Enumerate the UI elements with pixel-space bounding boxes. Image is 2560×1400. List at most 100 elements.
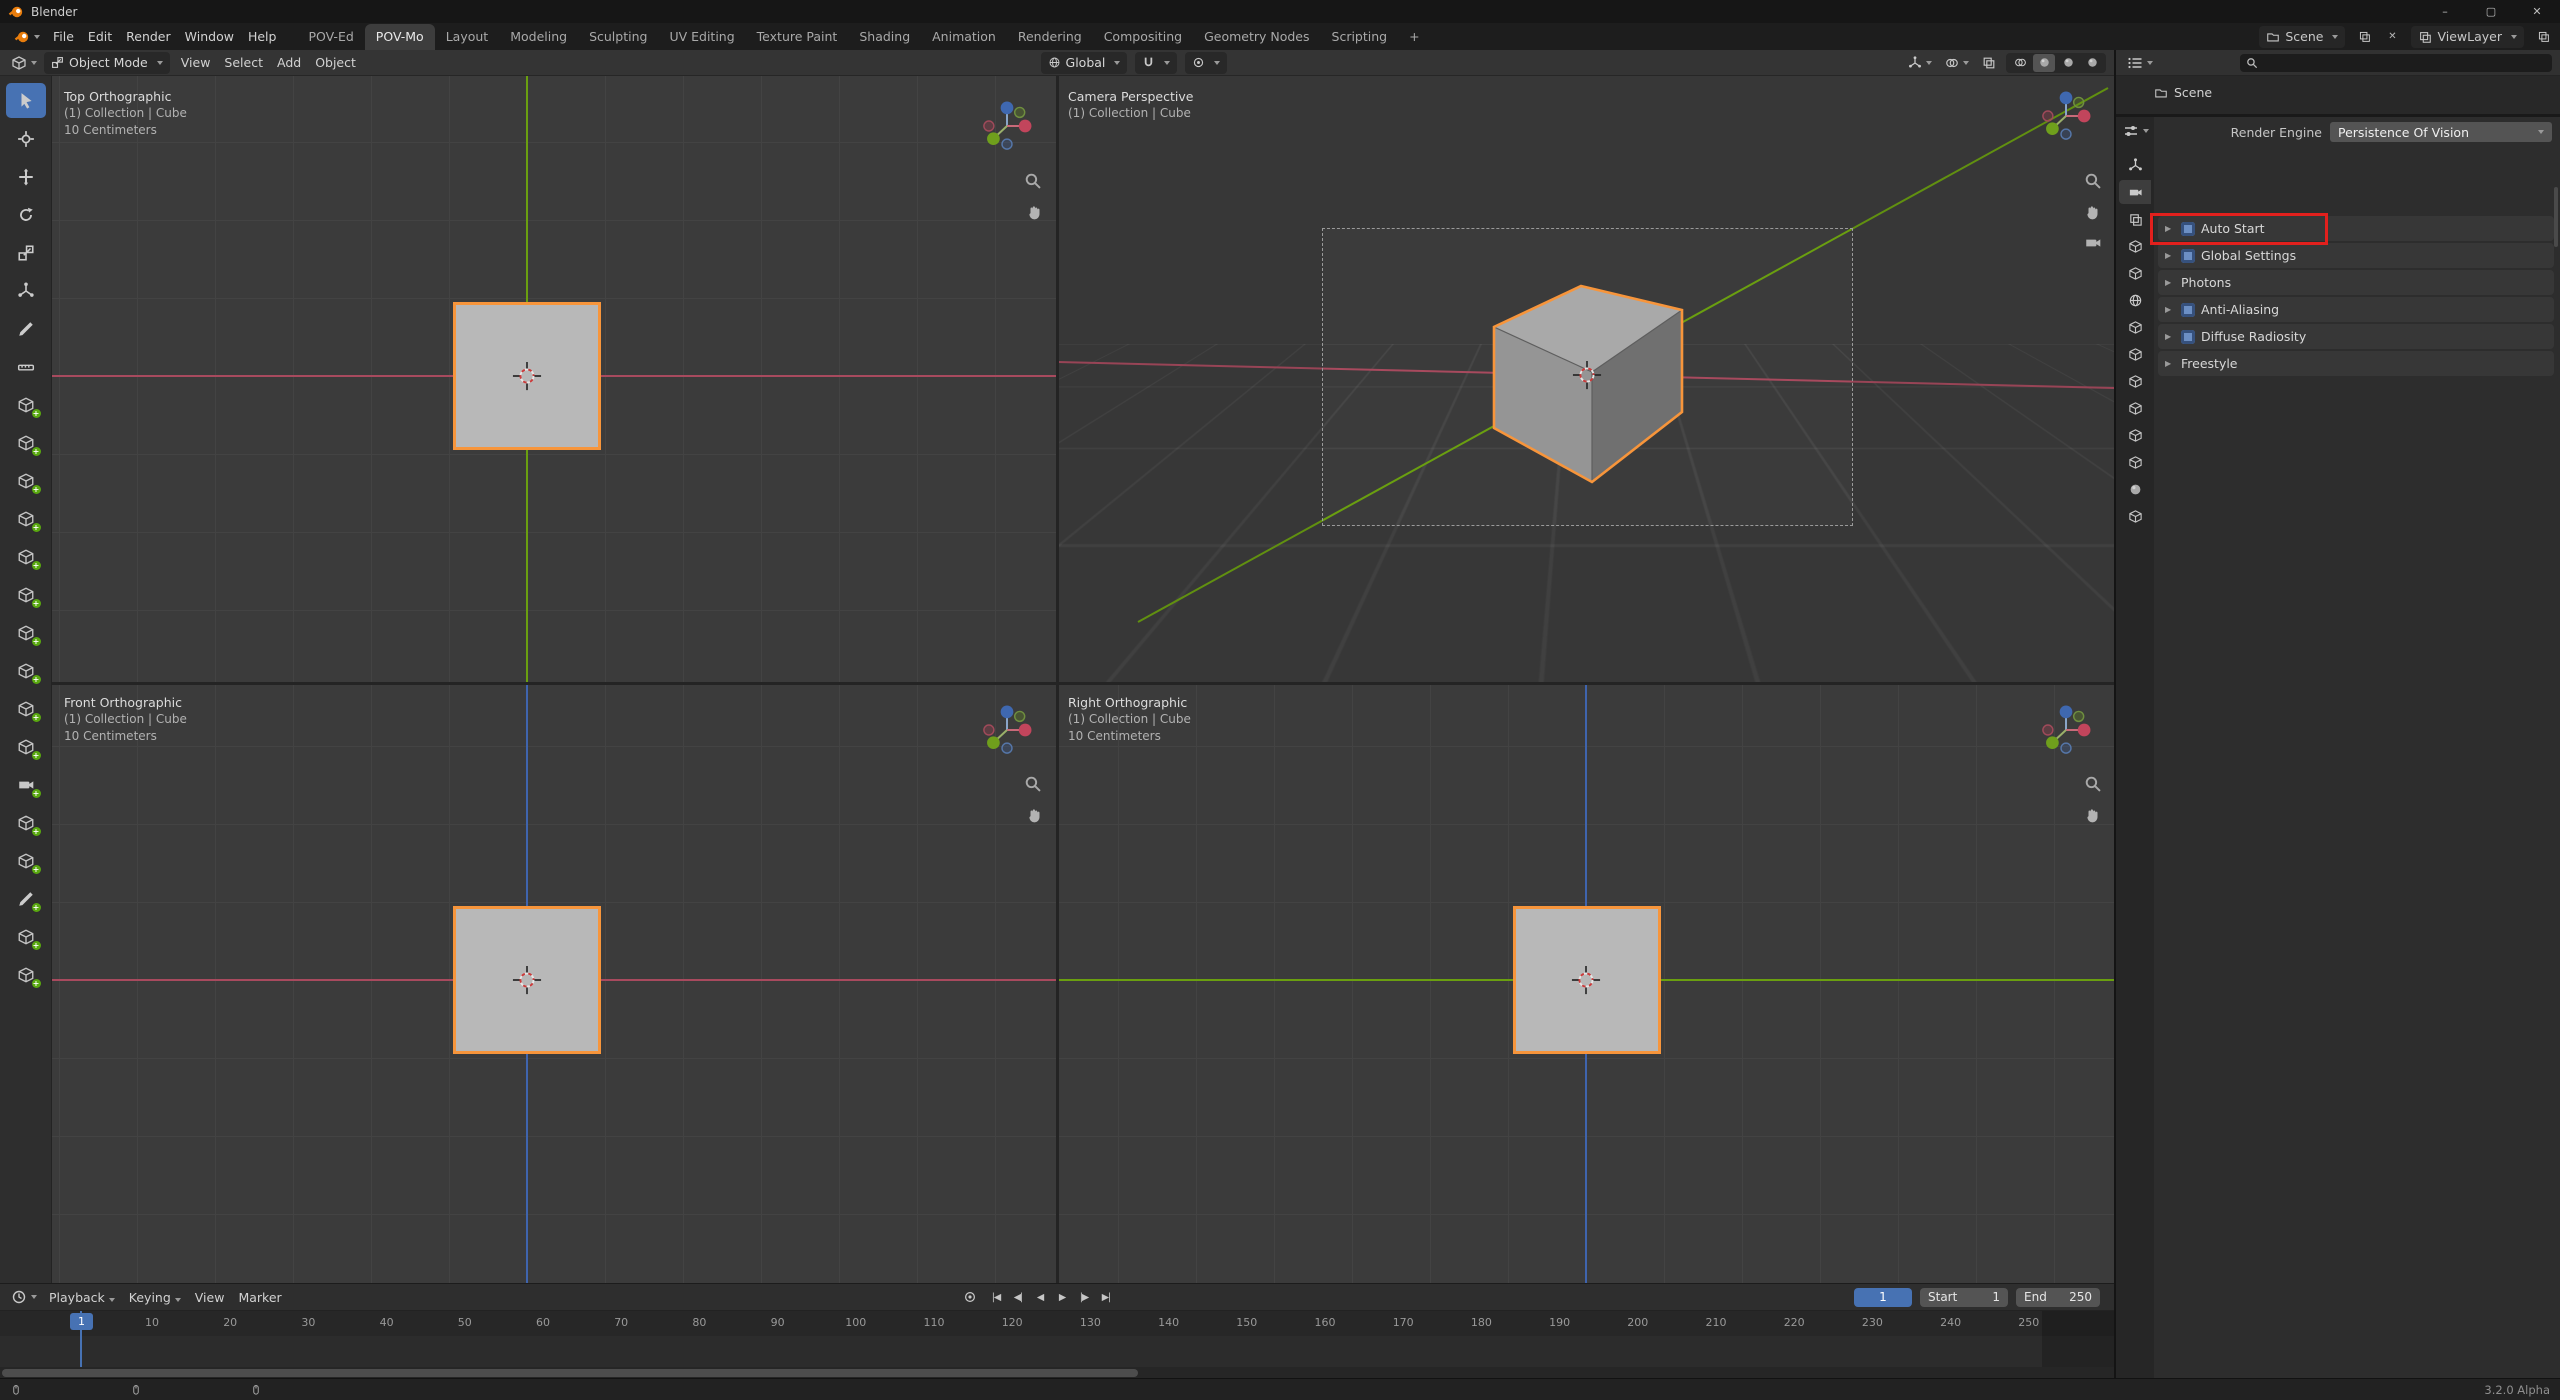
- properties-tab-world[interactable]: [2119, 288, 2151, 312]
- properties-tab-material[interactable]: [2119, 477, 2151, 501]
- show-overlays-toggle[interactable]: [1942, 54, 1972, 72]
- timeline-editor-type-selector[interactable]: [8, 1287, 40, 1307]
- panel-diffuse-radiosity[interactable]: ▶Diffuse Radiosity: [2158, 324, 2554, 349]
- shading-material-button[interactable]: [2057, 54, 2079, 72]
- tool-add-monkey[interactable]: +: [6, 691, 46, 726]
- navigation-gizmo[interactable]: [978, 97, 1036, 155]
- workspace-tab-uv-editing[interactable]: UV Editing: [658, 24, 745, 50]
- transform-orientation-selector[interactable]: Global: [1041, 52, 1128, 74]
- panel-global-settings[interactable]: ▶Global Settings: [2158, 243, 2554, 268]
- menu-window[interactable]: Window: [178, 26, 241, 47]
- pan-hand-icon[interactable]: [1026, 203, 1044, 221]
- workspace-add-button[interactable]: +: [1398, 24, 1430, 50]
- xray-toggle[interactable]: [1979, 54, 1999, 72]
- viewport-menu-view[interactable]: View: [174, 52, 218, 73]
- properties-tab-tool[interactable]: [2119, 153, 2151, 177]
- play-reverse-button[interactable]: ◀: [1030, 1288, 1050, 1307]
- new-scene-button[interactable]: [2355, 28, 2373, 46]
- menu-file[interactable]: File: [46, 26, 81, 47]
- shading-wireframe-button[interactable]: [2009, 54, 2031, 72]
- properties-tab-scene[interactable]: [2119, 261, 2151, 285]
- scene-selector[interactable]: Scene: [2259, 26, 2345, 48]
- outliner-search-input[interactable]: [2263, 55, 2546, 71]
- close-button[interactable]: ✕: [2514, 0, 2560, 23]
- properties-editor-type-selector[interactable]: [2120, 121, 2152, 141]
- zoom-icon[interactable]: [1024, 775, 1042, 793]
- timeline-menu-view[interactable]: View: [188, 1287, 232, 1308]
- tool-add-lattice[interactable]: +: [6, 957, 46, 992]
- viewport-camera-perspective[interactable]: Camera Perspective (1) Collection | Cube: [1058, 76, 2114, 684]
- tool-add-uv-sphere[interactable]: +: [6, 463, 46, 498]
- shading-rendered-button[interactable]: [2081, 54, 2103, 72]
- outliner-editor-type-selector[interactable]: [2124, 53, 2156, 73]
- tool-add-grid[interactable]: +: [6, 653, 46, 688]
- proportional-editing-selector[interactable]: [1185, 52, 1227, 74]
- tool-add-cube[interactable]: +: [6, 425, 46, 460]
- zoom-icon[interactable]: [2084, 172, 2102, 190]
- editor-type-selector[interactable]: [8, 53, 40, 73]
- workspace-tab-pov-mo[interactable]: POV-Mo: [365, 24, 435, 50]
- workspace-tab-rendering[interactable]: Rendering: [1007, 24, 1093, 50]
- render-engine-dropdown[interactable]: Persistence Of Vision: [2330, 122, 2552, 142]
- zoom-icon[interactable]: [2084, 775, 2102, 793]
- properties-tab-texture[interactable]: [2119, 504, 2151, 528]
- properties-tab-object[interactable]: [2119, 315, 2151, 339]
- viewport-horizontal-divider[interactable]: [0, 682, 2114, 685]
- properties-tab-render[interactable]: [2119, 180, 2151, 204]
- timeline-track-area[interactable]: [0, 1336, 2114, 1367]
- viewport-menu-add[interactable]: Add: [270, 52, 308, 73]
- viewport-menu-object[interactable]: Object: [308, 52, 363, 73]
- prev-keyframe-button[interactable]: ◀|: [1008, 1288, 1028, 1307]
- navigation-gizmo[interactable]: [978, 701, 1036, 759]
- workspace-tab-pov-ed[interactable]: POV-Ed: [297, 24, 364, 50]
- blender-menu-button[interactable]: [8, 27, 46, 47]
- workspace-tab-scripting[interactable]: Scripting: [1321, 24, 1399, 50]
- tool-annotate[interactable]: [6, 311, 46, 346]
- play-button[interactable]: ▶: [1052, 1288, 1072, 1307]
- tool-cursor[interactable]: [6, 121, 46, 156]
- workspace-tab-geometry-nodes[interactable]: Geometry Nodes: [1193, 24, 1320, 50]
- new-viewlayer-button[interactable]: [2534, 28, 2552, 46]
- workspace-tab-compositing[interactable]: Compositing: [1093, 24, 1193, 50]
- properties-tab-constraints[interactable]: [2119, 423, 2151, 447]
- outliner-search[interactable]: [2240, 54, 2552, 72]
- frame-end-field[interactable]: End 250: [2016, 1288, 2100, 1307]
- next-keyframe-button[interactable]: |▶: [1074, 1288, 1094, 1307]
- tool-scale[interactable]: [6, 235, 46, 270]
- properties-tab-particles[interactable]: [2119, 369, 2151, 393]
- viewport-menu-select[interactable]: Select: [217, 52, 270, 73]
- tool-add-light[interactable]: +: [6, 805, 46, 840]
- panel-freestyle[interactable]: ▶Freestyle: [2158, 351, 2554, 376]
- properties-tab-view-layer[interactable]: [2119, 234, 2151, 258]
- properties-scrollbar[interactable]: [2554, 187, 2558, 247]
- viewport-front-orthographic[interactable]: Front Orthographic (1) Collection | Cube…: [0, 684, 1058, 1283]
- timeline-menu-marker[interactable]: Marker: [231, 1287, 288, 1308]
- pan-hand-icon[interactable]: [2084, 203, 2102, 221]
- timeline-ruler[interactable]: 1020304050607080901001101201301401501601…: [0, 1311, 2114, 1336]
- tool-add-cone[interactable]: +: [6, 577, 46, 612]
- tool-measure[interactable]: [6, 349, 46, 384]
- outliner-scene-row[interactable]: Scene: [2154, 85, 2212, 100]
- jump-to-end-button[interactable]: ▶|: [1096, 1288, 1116, 1307]
- viewport-top-orthographic[interactable]: Top Orthographic (1) Collection | Cube 1…: [0, 76, 1058, 684]
- viewport-right-orthographic[interactable]: Right Orthographic (1) Collection | Cube…: [1058, 684, 2114, 1283]
- timeline-scrollbar-thumb[interactable]: [2, 1369, 1138, 1377]
- menu-help[interactable]: Help: [241, 26, 284, 47]
- workspace-tab-sculpting[interactable]: Sculpting: [578, 24, 658, 50]
- navigation-gizmo[interactable]: [2037, 701, 2095, 759]
- pan-hand-icon[interactable]: [2084, 806, 2102, 824]
- shading-solid-button[interactable]: [2033, 54, 2055, 72]
- viewlayer-selector[interactable]: ViewLayer: [2411, 26, 2524, 48]
- properties-tab-object-data[interactable]: [2119, 450, 2151, 474]
- workspace-tab-texture-paint[interactable]: Texture Paint: [746, 24, 849, 50]
- viewport-vertical-divider[interactable]: [1056, 76, 1059, 1283]
- tool-add-torus[interactable]: +: [6, 615, 46, 650]
- current-frame-field[interactable]: 1: [1854, 1288, 1912, 1307]
- tool-add-metaball[interactable]: +: [6, 919, 46, 954]
- tool-add-camera[interactable]: +: [6, 767, 46, 802]
- properties-tab-modifiers[interactable]: [2119, 342, 2151, 366]
- tool-add-curve[interactable]: +: [6, 881, 46, 916]
- auto-keying-toggle[interactable]: [960, 1288, 980, 1306]
- tool-move[interactable]: [6, 159, 46, 194]
- tool-rotate[interactable]: [6, 197, 46, 232]
